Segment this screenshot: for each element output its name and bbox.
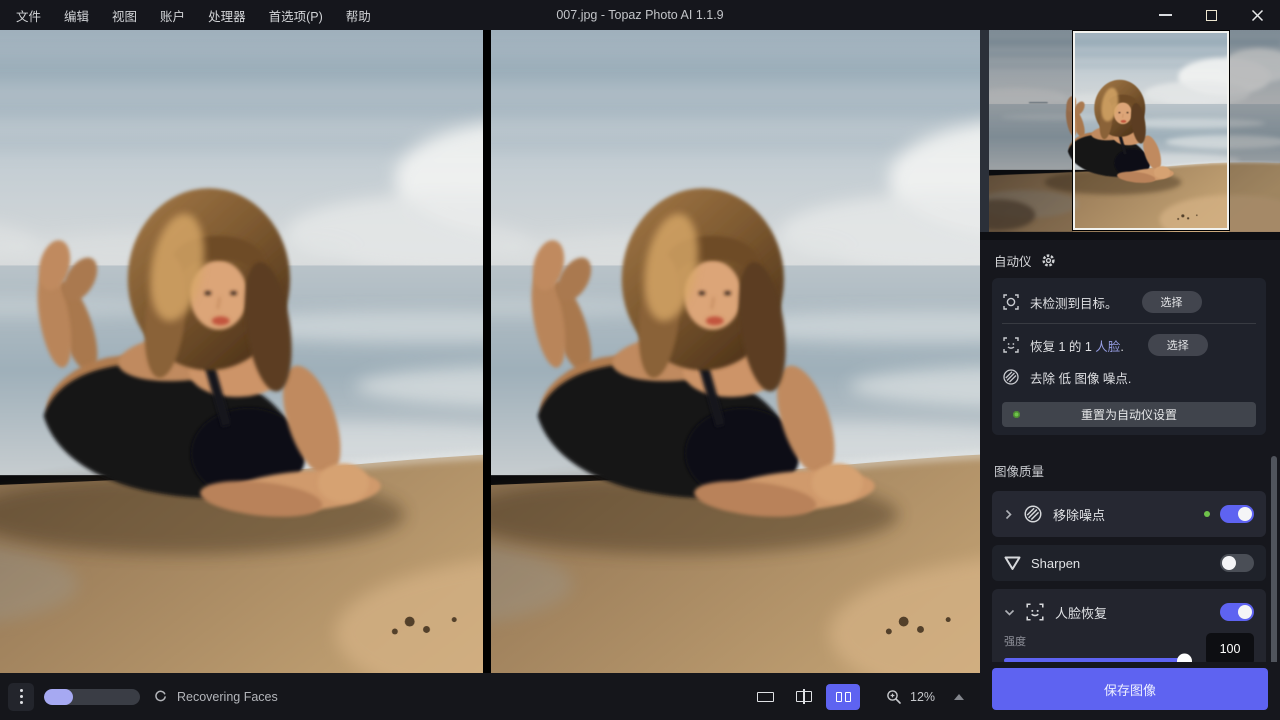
noise-icon — [1023, 504, 1043, 524]
menu-help[interactable]: 帮助 — [342, 4, 375, 27]
thumbnail-edge — [980, 30, 989, 232]
overflow-menu-button[interactable] — [8, 683, 34, 711]
spinner-icon — [154, 690, 167, 703]
menu-edit[interactable]: 编辑 — [60, 4, 93, 27]
close-icon — [1251, 9, 1264, 22]
viewport-rectangle[interactable] — [1073, 31, 1229, 230]
chevron-down-icon[interactable] — [1004, 608, 1015, 617]
strength-control: 强度 100 — [1004, 633, 1254, 662]
autopilot-summary-panel: 未检测到目标。 选择 恢复 1 的 1 — [992, 278, 1266, 435]
panel-divider — [483, 30, 491, 673]
sharpen-panel[interactable]: Sharpen — [992, 545, 1266, 581]
face-recovery-icon — [1025, 602, 1045, 622]
single-view-icon — [757, 692, 774, 702]
progress-status-text: Recovering Faces — [177, 690, 278, 704]
strength-label: 强度 — [1004, 633, 1194, 649]
face-recovery-toggle[interactable] — [1220, 603, 1254, 621]
canvas-area: Recovering Faces 12% — [0, 30, 980, 720]
maximize-icon — [1206, 10, 1217, 21]
thumbnail-dim-right — [1229, 30, 1280, 232]
save-area: 保存图像 — [980, 662, 1280, 720]
save-image-button[interactable]: 保存图像 — [992, 668, 1268, 710]
kebab-icon — [20, 689, 23, 692]
enabled-dot — [1204, 511, 1210, 517]
gear-icon[interactable] — [1041, 253, 1056, 268]
remove-noise-panel[interactable]: 移除噪点 — [992, 491, 1266, 537]
before-image[interactable] — [0, 30, 483, 673]
autopilot-title: 自动仪 — [994, 251, 1032, 270]
slider-thumb[interactable] — [1177, 653, 1192, 662]
menu-account[interactable]: 账户 — [156, 4, 189, 27]
titlebar: 文件 编辑 视图 账户 处理器 首选项(P) 帮助 007.jpg - Topa… — [0, 0, 1280, 30]
autopilot-noise-row: 去除 低 图像 噪点. — [1002, 361, 1256, 393]
settings-scrollbar[interactable] — [1271, 456, 1277, 662]
single-view-button[interactable] — [748, 684, 782, 710]
autopilot-target-row: 未检测到目标。 选择 — [1002, 286, 1256, 318]
window-controls — [1142, 0, 1280, 30]
progress-fill — [44, 689, 73, 705]
menubar: 文件 编辑 视图 账户 处理器 首选项(P) 帮助 — [0, 4, 375, 27]
app-window: 文件 编辑 视图 账户 处理器 首选项(P) 帮助 007.jpg - Topa… — [0, 0, 1280, 720]
divider — [1002, 323, 1256, 324]
view-mode-buttons — [748, 684, 860, 710]
statusbar: Recovering Faces 12% — [0, 673, 980, 720]
menu-preferences[interactable]: 首选项(P) — [265, 4, 327, 27]
menu-file[interactable]: 文件 — [12, 4, 45, 27]
noise-icon — [1002, 368, 1020, 386]
face-count-link[interactable]: 人脸 — [1095, 340, 1120, 354]
target-status-text: 未检测到目标。 — [1030, 293, 1118, 312]
strength-slider[interactable] — [1004, 658, 1190, 662]
zoom-controls: 12% — [886, 689, 964, 705]
autopilot-face-row: 恢复 1 的 1 人脸. 选择 — [1002, 329, 1256, 361]
navigation-thumbnail[interactable] — [980, 30, 1280, 232]
remove-noise-label: 移除噪点 — [1053, 505, 1105, 524]
settings-panel: 自动仪 — [980, 240, 1280, 662]
thumbnail-dim-left — [989, 30, 1073, 232]
zoom-in-icon[interactable] — [886, 689, 902, 705]
zoom-dropdown-arrow-icon[interactable] — [954, 694, 964, 700]
minimize-icon — [1159, 14, 1172, 16]
reset-autopilot-button[interactable]: 重置为自动仪设置 — [1002, 402, 1256, 427]
maximize-button[interactable] — [1188, 0, 1234, 30]
menu-view[interactable]: 视图 — [108, 4, 141, 27]
split-view-icon — [796, 691, 812, 702]
noise-status-text: 去除 低 图像 噪点. — [1030, 368, 1131, 387]
main-content: Recovering Faces 12% — [0, 30, 1280, 720]
compare-view — [0, 30, 980, 673]
image-quality-section-title: 图像质量 — [994, 461, 1264, 480]
face-recovery-header[interactable]: 人脸恢复 — [1004, 599, 1254, 625]
face-status-text: 恢复 1 的 1 人脸. — [1030, 336, 1124, 355]
split-view-button[interactable] — [787, 684, 821, 710]
side-by-side-view-button[interactable] — [826, 684, 860, 710]
thumbnail-spacer — [980, 232, 1280, 240]
sharpen-toggle[interactable] — [1220, 554, 1254, 572]
sharpen-label: Sharpen — [1031, 556, 1080, 571]
chevron-right-icon[interactable] — [1004, 509, 1013, 520]
face-detect-icon — [1002, 336, 1020, 354]
side-by-side-icon — [836, 692, 851, 702]
strength-value-field[interactable]: 100 — [1206, 633, 1254, 662]
target-detect-icon — [1002, 293, 1020, 311]
close-button[interactable] — [1234, 0, 1280, 30]
after-image[interactable] — [491, 30, 980, 673]
sidebar: 自动仪 — [980, 30, 1280, 720]
face-recovery-panel: 人脸恢复 强度 100 — [992, 589, 1266, 662]
face-select-button[interactable]: 选择 — [1148, 334, 1208, 356]
menu-processor[interactable]: 处理器 — [204, 4, 250, 27]
sharpen-icon — [1004, 556, 1021, 571]
face-recovery-label: 人脸恢复 — [1055, 603, 1107, 622]
minimize-button[interactable] — [1142, 0, 1188, 30]
autopilot-header: 自动仪 — [994, 248, 1266, 272]
remove-noise-toggle[interactable] — [1220, 505, 1254, 523]
autopilot-status-dot — [1013, 411, 1020, 418]
zoom-level[interactable]: 12% — [910, 690, 938, 704]
progress-bar — [44, 689, 140, 705]
target-select-button[interactable]: 选择 — [1142, 291, 1202, 313]
